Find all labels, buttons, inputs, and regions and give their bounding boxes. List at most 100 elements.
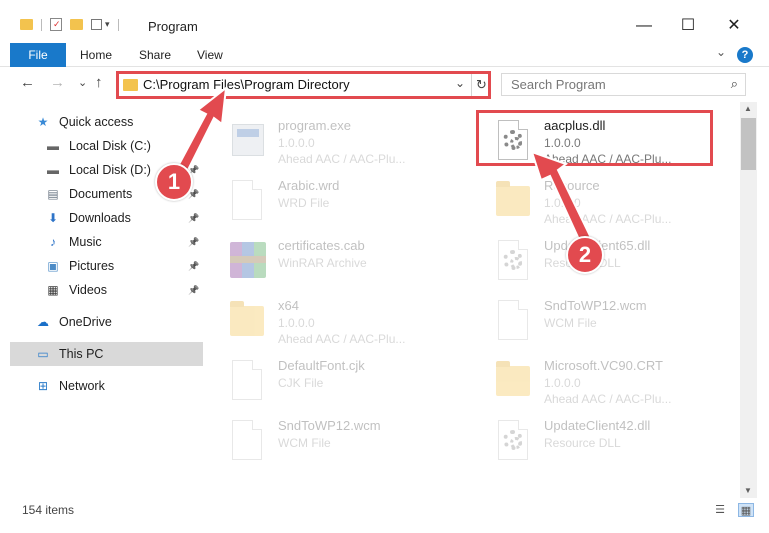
scroll-up-arrow-icon[interactable]: ▲ — [744, 104, 752, 113]
separator — [117, 18, 119, 31]
sidebar-item[interactable]: ▬ Local Disk (C:) 📌 — [10, 134, 203, 158]
file-icon — [494, 300, 534, 346]
pin-icon[interactable]: 📌 — [188, 237, 199, 248]
minimize-button[interactable]: — — [622, 12, 666, 40]
properties-icon[interactable]: ✓ — [50, 18, 62, 31]
file-item[interactable]: Resource 1.0.0.0 Ahead AAC / AAC-Plu... — [476, 170, 716, 228]
folder-icon — [123, 79, 138, 91]
sidebar-item-label: Music — [69, 235, 102, 249]
maximize-button[interactable]: ☐ — [666, 12, 710, 40]
new-folder-icon[interactable] — [70, 19, 83, 30]
pin-icon[interactable]: 📌 — [188, 141, 199, 152]
network-icon: ⊞ — [37, 379, 49, 393]
search-input[interactable] — [502, 74, 702, 95]
back-button[interactable]: ← — [20, 74, 35, 91]
sidebar-item[interactable]: ▦ Videos 📌 — [10, 278, 203, 302]
sidebar-item-label: This PC — [59, 347, 104, 361]
sidebar-item-label: Pictures — [69, 259, 115, 273]
file-item[interactable]: x64 1.0.0.0 Ahead AAC / AAC-Plu... — [210, 290, 450, 348]
sidebar-item[interactable]: ▣ Pictures 📌 — [10, 254, 203, 278]
folder-icon — [494, 360, 534, 406]
step-1-badge: 1 — [155, 163, 193, 201]
file-icon — [228, 420, 268, 466]
dll-file-icon — [494, 420, 534, 466]
item-count: 154 items — [22, 503, 75, 517]
separator — [41, 18, 42, 31]
sidebar-item[interactable]: ▭ This PC — [10, 342, 203, 366]
sidebar-item-label: Downloads — [69, 211, 131, 225]
tab-view[interactable]: View — [197, 43, 223, 67]
tab-file[interactable]: File — [10, 43, 66, 67]
file-item[interactable]: DefaultFont.cjk CJK File — [210, 350, 450, 408]
refresh-icon[interactable]: ↻ — [471, 74, 491, 96]
chevron-down-icon[interactable]: ⌄ — [455, 76, 465, 90]
scroll-thumb[interactable] — [741, 118, 756, 170]
file-item[interactable]: SndToWP12.wcm WCM File — [476, 290, 716, 348]
file-detail: Ahead AAC / AAC-Plu... — [544, 392, 672, 406]
navigation-pane: ★ Quick access ▬ Local Disk (C:) 📌 ▬ Local Dis… — [10, 102, 205, 492]
pin-icon[interactable]: 📌 — [188, 261, 199, 272]
file-name: certificates.cab — [278, 238, 365, 253]
this-pc-icon: ▭ — [37, 347, 49, 361]
quick-access-toolbar: ✓ ▾ — [20, 18, 119, 31]
sidebar-item[interactable]: ⊞ Network — [10, 374, 203, 398]
forward-button[interactable]: → — [50, 74, 65, 91]
file-detail: 1.0.0.0 — [278, 316, 315, 330]
file-name: DefaultFont.cjk — [278, 358, 365, 373]
sidebar-item[interactable]: ☁ OneDrive — [10, 310, 203, 334]
customize-icon[interactable] — [91, 19, 102, 30]
sidebar-item[interactable]: ⬇ Downloads 📌 — [10, 206, 203, 230]
large-icons-view-icon[interactable]: ▦ — [738, 503, 754, 517]
close-button[interactable]: ✕ — [712, 12, 756, 40]
sidebar-item-label: Local Disk (D:) — [69, 163, 151, 177]
file-item[interactable]: SndToWP12.wcm WCM File — [210, 410, 450, 468]
folder-icon — [494, 180, 534, 226]
file-detail: CJK File — [278, 376, 324, 390]
expand-ribbon-icon[interactable]: ⌄ — [716, 45, 726, 59]
videos-icon: ▦ — [47, 283, 59, 297]
sidebar-item-label: Videos — [69, 283, 107, 297]
sidebar-item[interactable]: ♪ Music 📌 — [10, 230, 203, 254]
file-detail: WCM File — [278, 436, 331, 450]
search-box[interactable]: ⌕ — [501, 73, 746, 96]
file-item[interactable]: UpdateClient42.dll Resource DLL — [476, 410, 716, 468]
chevron-down-icon[interactable]: ▾ — [105, 19, 110, 30]
folder-icon[interactable] — [20, 19, 33, 30]
file-name: program.exe — [278, 118, 351, 133]
file-item[interactable]: program.exe 1.0.0.0 Ahead AAC / AAC-Plu... — [210, 110, 450, 168]
application-icon — [228, 120, 268, 166]
sidebar-item-label: Quick access — [59, 115, 134, 129]
pin-icon[interactable]: 📌 — [188, 213, 199, 224]
tab-home[interactable]: Home — [80, 43, 112, 67]
sidebar-item[interactable]: ★ Quick access — [10, 110, 203, 134]
drive-icon: ▬ — [47, 139, 59, 153]
archive-icon — [228, 240, 268, 286]
recent-locations-button[interactable]: ⌄ — [78, 76, 87, 89]
address-path[interactable]: C:\Program Files\Program Directory — [143, 77, 350, 92]
music-icon: ♪ — [50, 235, 56, 249]
file-item[interactable]: Arabic.wrd WRD File — [210, 170, 450, 228]
pictures-icon: ▣ — [47, 259, 59, 273]
pin-icon[interactable]: 📌 — [188, 285, 199, 296]
vertical-scrollbar[interactable]: ▲ ▼ — [740, 102, 757, 498]
search-icon[interactable]: ⌕ — [731, 76, 738, 92]
downloads-icon: ⬇ — [47, 211, 59, 225]
file-detail: 1.0.0.0 — [278, 136, 315, 150]
sidebar-item-label: Documents — [69, 187, 133, 201]
tab-share[interactable]: Share — [139, 43, 171, 67]
status-bar: 154 items ☰ ▦ — [0, 500, 769, 522]
file-item[interactable]: Microsoft.VC90.CRT 1.0.0.0 Ahead AAC / AAC… — [476, 350, 716, 408]
address-bar[interactable]: C:\Program Files\Program Directory ⌄ ↻ — [116, 71, 491, 99]
file-name: Microsoft.VC90.CRT — [544, 358, 663, 373]
file-item[interactable]: certificates.cab WinRAR Archive — [210, 230, 450, 288]
window-title: Program — [148, 19, 198, 34]
up-button[interactable]: ↑ — [95, 74, 103, 91]
ribbon-tabs: File Home Share View — [0, 40, 769, 67]
file-detail: Ahead AAC / AAC-Plu... — [278, 332, 406, 346]
scroll-down-arrow-icon[interactable]: ▼ — [744, 486, 752, 495]
file-name: Resource — [544, 178, 600, 193]
details-view-icon[interactable]: ☰ — [712, 503, 728, 517]
help-icon[interactable]: ? — [737, 47, 753, 63]
step-2-badge: 2 — [566, 236, 604, 274]
file-name: UpdateClient42.dll — [544, 418, 651, 433]
